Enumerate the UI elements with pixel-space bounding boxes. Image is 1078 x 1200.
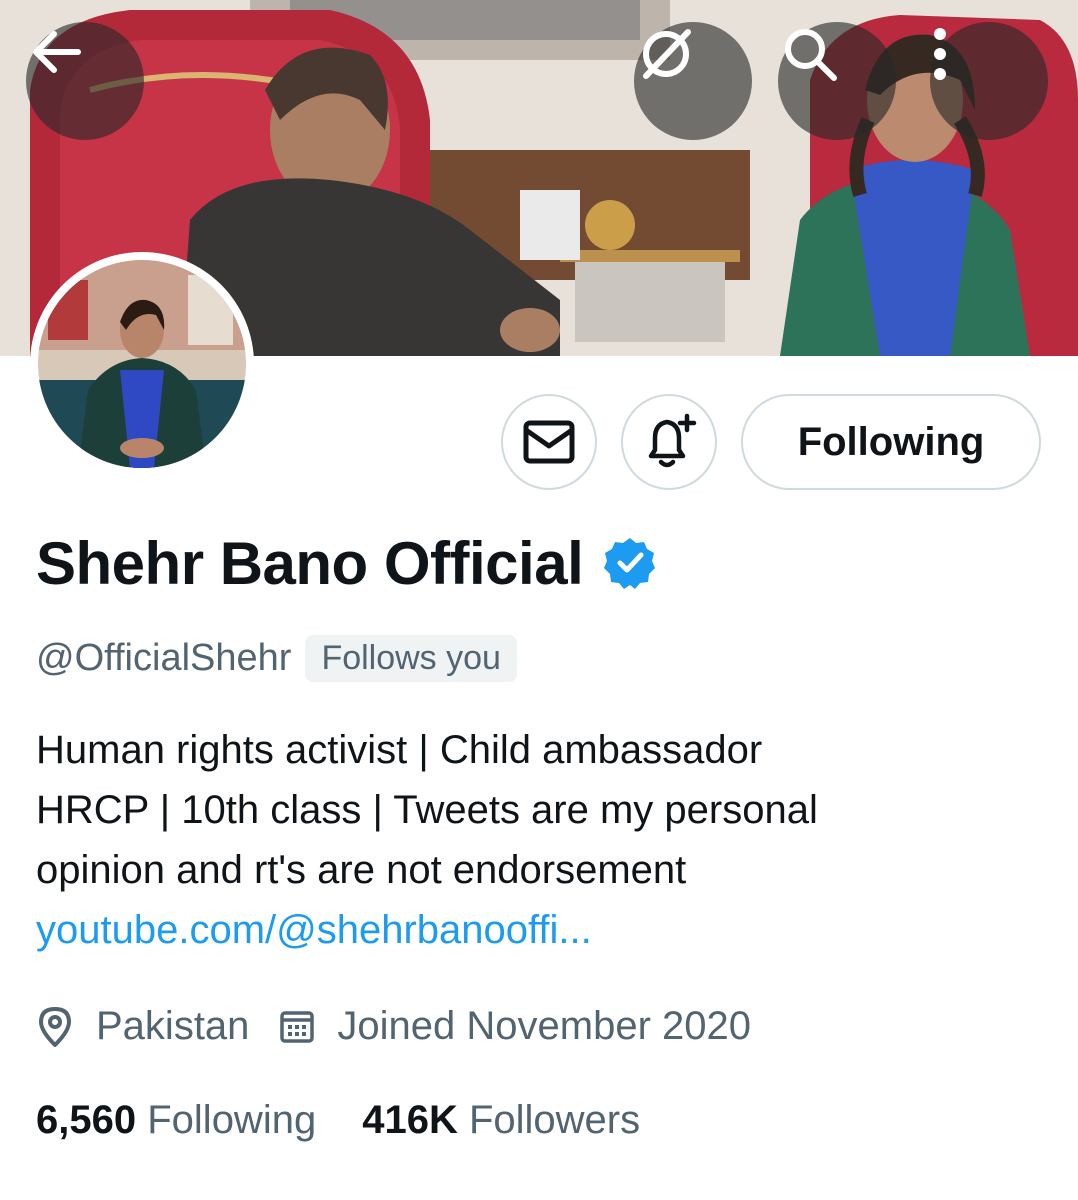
display-name: Shehr Bano Official [36, 529, 584, 597]
follow-stats: 6,560 Following 416K Followers [36, 1090, 686, 1150]
arrow-left-icon [33, 31, 81, 73]
bio-line: Human rights activist | Child ambassador [36, 728, 763, 772]
followers-stat[interactable]: 416K Followers [362, 1098, 640, 1143]
following-label: Following [147, 1097, 317, 1142]
envelope-icon [523, 420, 575, 464]
profile-meta: Pakistan Joined November 2020 [36, 996, 781, 1056]
bell-plus-icon [648, 413, 697, 468]
following-stat[interactable]: 6,560 Following [36, 1098, 316, 1143]
avatar-photo [38, 260, 246, 468]
join-date-text: Joined November 2020 [337, 1003, 752, 1048]
bio: Human rights activist | Child ambassador… [36, 720, 1036, 960]
slashed-circle-icon [643, 29, 691, 79]
search-icon [785, 29, 837, 81]
calendar-icon [280, 1011, 315, 1043]
following-count: 6,560 [36, 1097, 137, 1142]
search-button[interactable] [778, 22, 896, 140]
follows-you-badge: Follows you [305, 634, 517, 682]
bio-line: HRCP | 10th class | Tweets are my person… [36, 788, 818, 832]
name-row: Shehr Bano Official [36, 528, 657, 598]
more-options-button[interactable] [930, 22, 1048, 140]
avatar[interactable] [30, 252, 254, 476]
back-button[interactable] [26, 22, 144, 140]
bio-link[interactable]: youtube.com/@shehrbanooffi... [36, 900, 1036, 960]
location-pin-icon [39, 1007, 71, 1047]
verified-badge-icon[interactable] [603, 536, 657, 590]
grok-button[interactable] [634, 22, 752, 140]
handle: @OfficialShehr [36, 636, 292, 679]
location-text: Pakistan [96, 1003, 250, 1048]
followers-label: Followers [468, 1097, 641, 1142]
location: Pakistan [36, 1004, 249, 1049]
join-date: Joined November 2020 [279, 1004, 751, 1049]
bio-line: opinion and rt's are not endorsement [36, 848, 687, 892]
more-vertical-icon [934, 28, 946, 80]
notifications-button[interactable] [621, 394, 717, 490]
followers-count: 416K [362, 1097, 458, 1142]
handle-row: @OfficialShehr Follows you [36, 632, 517, 684]
following-button[interactable]: Following [741, 394, 1041, 490]
message-button[interactable] [501, 394, 597, 490]
